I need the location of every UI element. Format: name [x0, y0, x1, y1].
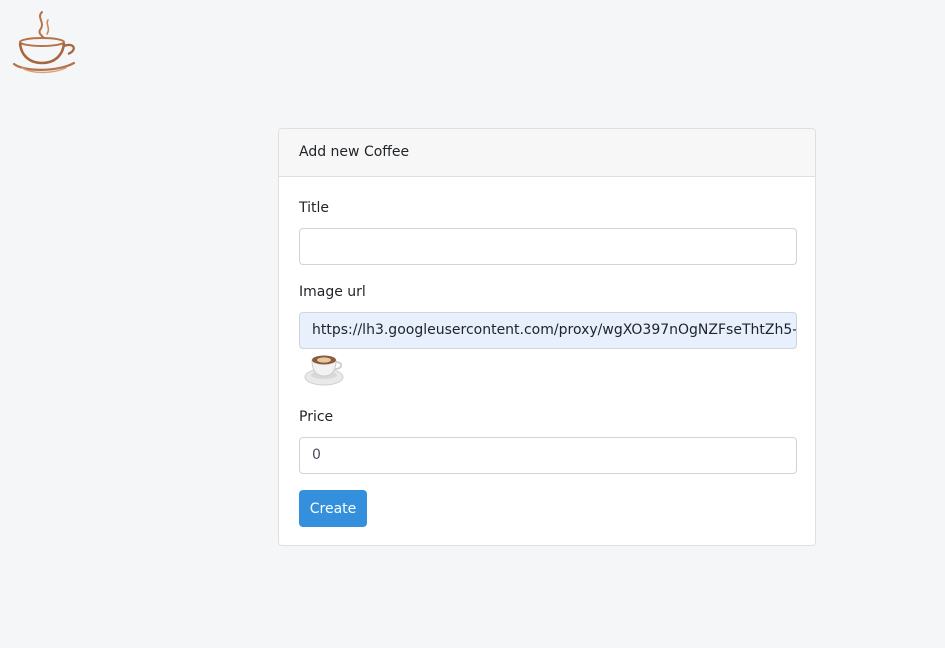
title-input[interactable] — [299, 228, 797, 265]
title-label: Title — [299, 200, 330, 216]
price-input[interactable]: 0 — [299, 437, 797, 474]
add-coffee-card: Add new Coffee Title Image url https://l… — [278, 128, 816, 546]
coffee-logo-icon — [12, 8, 82, 76]
card-header: Add new Coffee — [279, 129, 815, 177]
image-url-label: Image url — [299, 284, 366, 300]
image-url-input[interactable]: https://lh3.googleusercontent.com/proxy/… — [299, 312, 797, 349]
coffee-cup-preview-icon — [303, 350, 347, 388]
price-label: Price — [299, 409, 334, 425]
create-button[interactable]: Create — [299, 490, 367, 527]
